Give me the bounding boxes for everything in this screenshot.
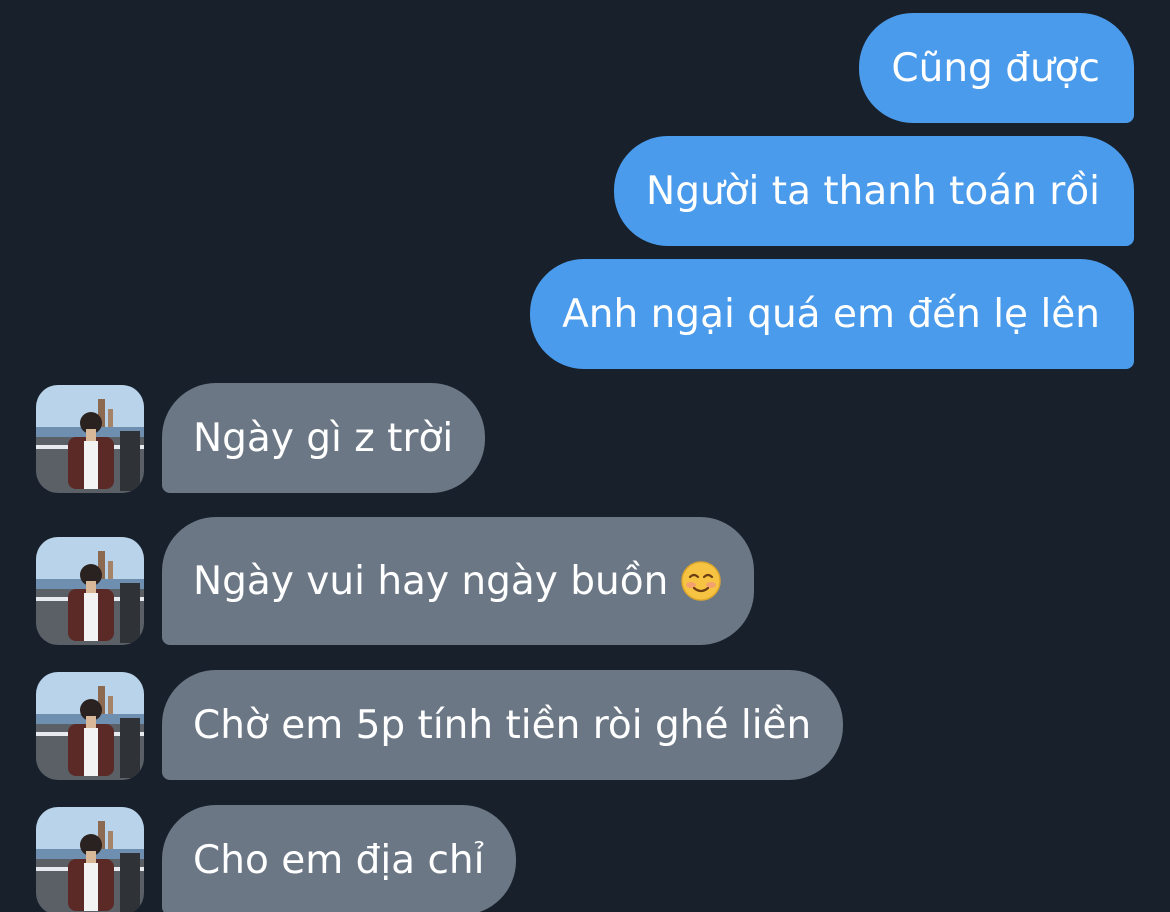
incoming-message-bubble[interactable]: Chờ em 5p tính tiền ròi ghé liền (162, 670, 844, 780)
incoming-message-bubble[interactable]: Ngày gì z trời (162, 383, 486, 493)
message-text: Cho em địa chỉ (193, 837, 485, 883)
avatar-photo-icon (36, 537, 144, 645)
message-text: Ngày vui hay ngày buồn (193, 558, 669, 604)
outgoing-message-bubble[interactable]: Cũng được (859, 13, 1134, 123)
incoming-message-bubble[interactable]: Ngày vui hay ngày buồn (162, 517, 755, 645)
chat-thread: Cũng được Người ta thanh toán rồi Anh ng… (0, 0, 1170, 912)
avatar[interactable] (36, 807, 144, 912)
incoming-message-bubble[interactable]: Cho em địa chỉ (162, 805, 517, 912)
outgoing-message-bubble[interactable]: Anh ngại quá em đến lẹ lên (530, 259, 1134, 369)
avatar-photo-icon (36, 807, 144, 912)
message-text: Ngày gì z trời (193, 415, 454, 461)
smiling-face-icon (680, 560, 722, 602)
avatar[interactable] (36, 537, 144, 645)
message-text: Cũng được (891, 45, 1100, 91)
outgoing-message-bubble[interactable]: Người ta thanh toán rồi (614, 136, 1134, 246)
avatar-photo-icon (36, 672, 144, 780)
message-text: Anh ngại quá em đến lẹ lên (562, 291, 1100, 337)
message-text: Chờ em 5p tính tiền ròi ghé liền (193, 702, 812, 748)
message-text: Người ta thanh toán rồi (646, 168, 1100, 214)
avatar[interactable] (36, 672, 144, 780)
avatar[interactable] (36, 385, 144, 493)
avatar-photo-icon (36, 385, 144, 493)
